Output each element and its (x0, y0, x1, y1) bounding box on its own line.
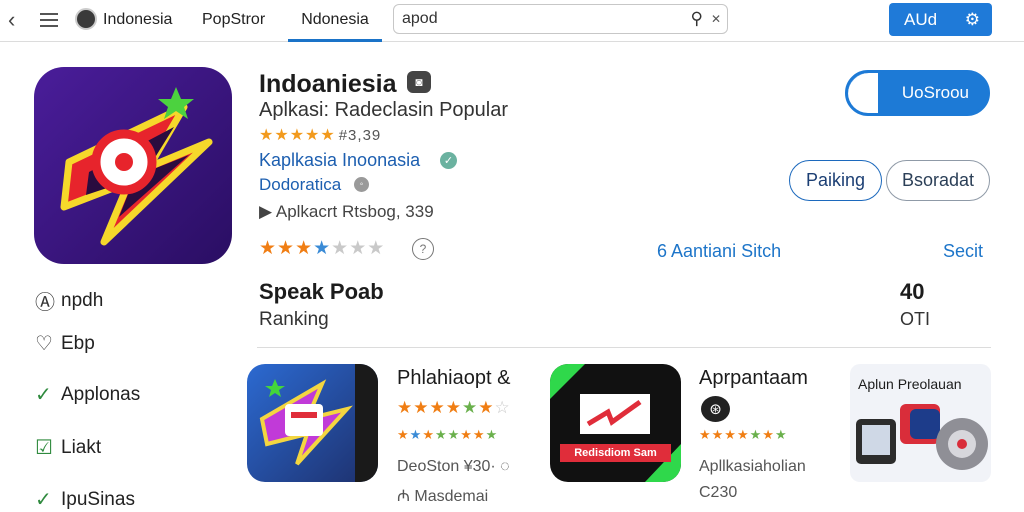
section-unit: OTI (900, 309, 930, 329)
developer2-link[interactable]: Dodoratica (259, 175, 341, 195)
section-title: Speak Poab (259, 279, 384, 304)
primary-button[interactable]: UoSroou (845, 70, 990, 116)
card-title[interactable]: Aprpantaam (699, 367, 808, 390)
card-title: Aplun Preolauan (858, 376, 962, 392)
menu-icon[interactable] (40, 0, 60, 40)
card-size: ₼ Masdemai (397, 488, 489, 505)
person-icon: Ⓐ (35, 292, 55, 314)
action-link[interactable]: 6 Aantiani Sitch (657, 241, 781, 262)
sidebar-item-label: Liakt (61, 436, 102, 458)
help-icon[interactable]: ? (412, 238, 434, 260)
user-rating-stars[interactable]: ★★★★★★★ (259, 237, 385, 260)
sidebar-item-ipusinas[interactable]: ✓ IpuSinas (35, 487, 135, 512)
divider (257, 347, 991, 348)
app-info: ▶ Aplkacrt Rtsbog, 339 (259, 202, 434, 221)
card-title[interactable]: Phlahiaopt & (397, 367, 510, 390)
avatar[interactable] (75, 8, 97, 30)
edit-icon: ☑ (35, 437, 53, 459)
app-info-text: Aplkacrt Rtsbog, 339 (275, 202, 434, 221)
card-developer: Apllkasiaholian (699, 458, 806, 475)
card-app-icon[interactable]: Redisdiom Sam (550, 364, 681, 482)
check-icon: ✓ (35, 489, 52, 511)
search-input[interactable] (402, 9, 672, 29)
card-mini-stars: ★★★★★★★★ (397, 427, 499, 442)
section-number: 40 (900, 279, 925, 304)
primary-button-label: UoSroou (901, 83, 969, 102)
card-app-icon[interactable] (247, 364, 378, 482)
sidebar-item-label: IpuSinas (61, 488, 135, 510)
sidebar-item-npdh[interactable]: Ⓐnpdh (35, 286, 103, 315)
clear-icon[interactable]: ✕ (711, 12, 721, 26)
select-link[interactable]: Secit (943, 241, 983, 262)
account-button-label: AUd (904, 9, 938, 29)
card-banner: Redisdiom Sam (560, 444, 671, 462)
rating-value: #3,39 (338, 127, 382, 144)
ranking-button[interactable]: Paiking (789, 160, 882, 201)
card-rating-stars: ★★★★★★☆ (397, 398, 511, 417)
sidebar-item-liakt[interactable]: ☑ Liakt (35, 435, 101, 460)
badge-icon: ◙ (407, 71, 431, 93)
tab-store[interactable]: PopStror (202, 0, 265, 40)
sidebar-item-label: Ebp (61, 332, 95, 354)
app-subtitle: Aplkasi: Radeclasin Popular (259, 99, 509, 121)
check-icon: ✓ (35, 384, 52, 406)
tab-country[interactable]: Indonesia (103, 0, 172, 40)
verified-icon: ✓ (440, 152, 457, 169)
sidebar-item-label: npdh (61, 289, 104, 311)
sidebar-item-ebp[interactable]: ♡ Ebp (35, 331, 95, 356)
account-button[interactable]: AUd ⚙ (889, 3, 992, 36)
sidebar-item-applonas[interactable]: ✓ Applonas (35, 382, 140, 407)
rating-stars: ★★★★★ #3,39 (259, 127, 382, 144)
app-icon (34, 67, 232, 264)
card-developer: DeoSton ¥30· ◌ (397, 458, 510, 475)
gear-icon[interactable]: ⚙ (965, 10, 980, 30)
info-icon: ◦ (354, 177, 369, 192)
search-icon[interactable]: ⚲ (691, 9, 703, 29)
heart-icon: ♡ (35, 333, 53, 355)
developer-link[interactable]: Kaplkasia Inoonasia (259, 150, 420, 171)
search-box[interactable]: ⚲ ✕ (393, 4, 728, 34)
card-app-icon[interactable]: Aplun Preolauan (850, 364, 991, 482)
card-size: C230 (699, 484, 738, 501)
section-subtitle: Ranking (259, 309, 329, 330)
tab-active[interactable]: Ndonesia (288, 0, 382, 42)
back-icon[interactable]: ‹ (8, 0, 15, 40)
secondary-button[interactable]: Bsoradat (886, 160, 990, 201)
card-badge-icon: ⊛ (701, 396, 730, 422)
card-mini-stars: ★★★★★★★ (699, 427, 788, 442)
app-title: Indoaniesia (259, 70, 397, 98)
sidebar-item-label: Applonas (61, 383, 141, 405)
top-bar: ‹ Indonesia PopStror Ndonesia ⚲ ✕ AUd ⚙ (0, 0, 1024, 42)
